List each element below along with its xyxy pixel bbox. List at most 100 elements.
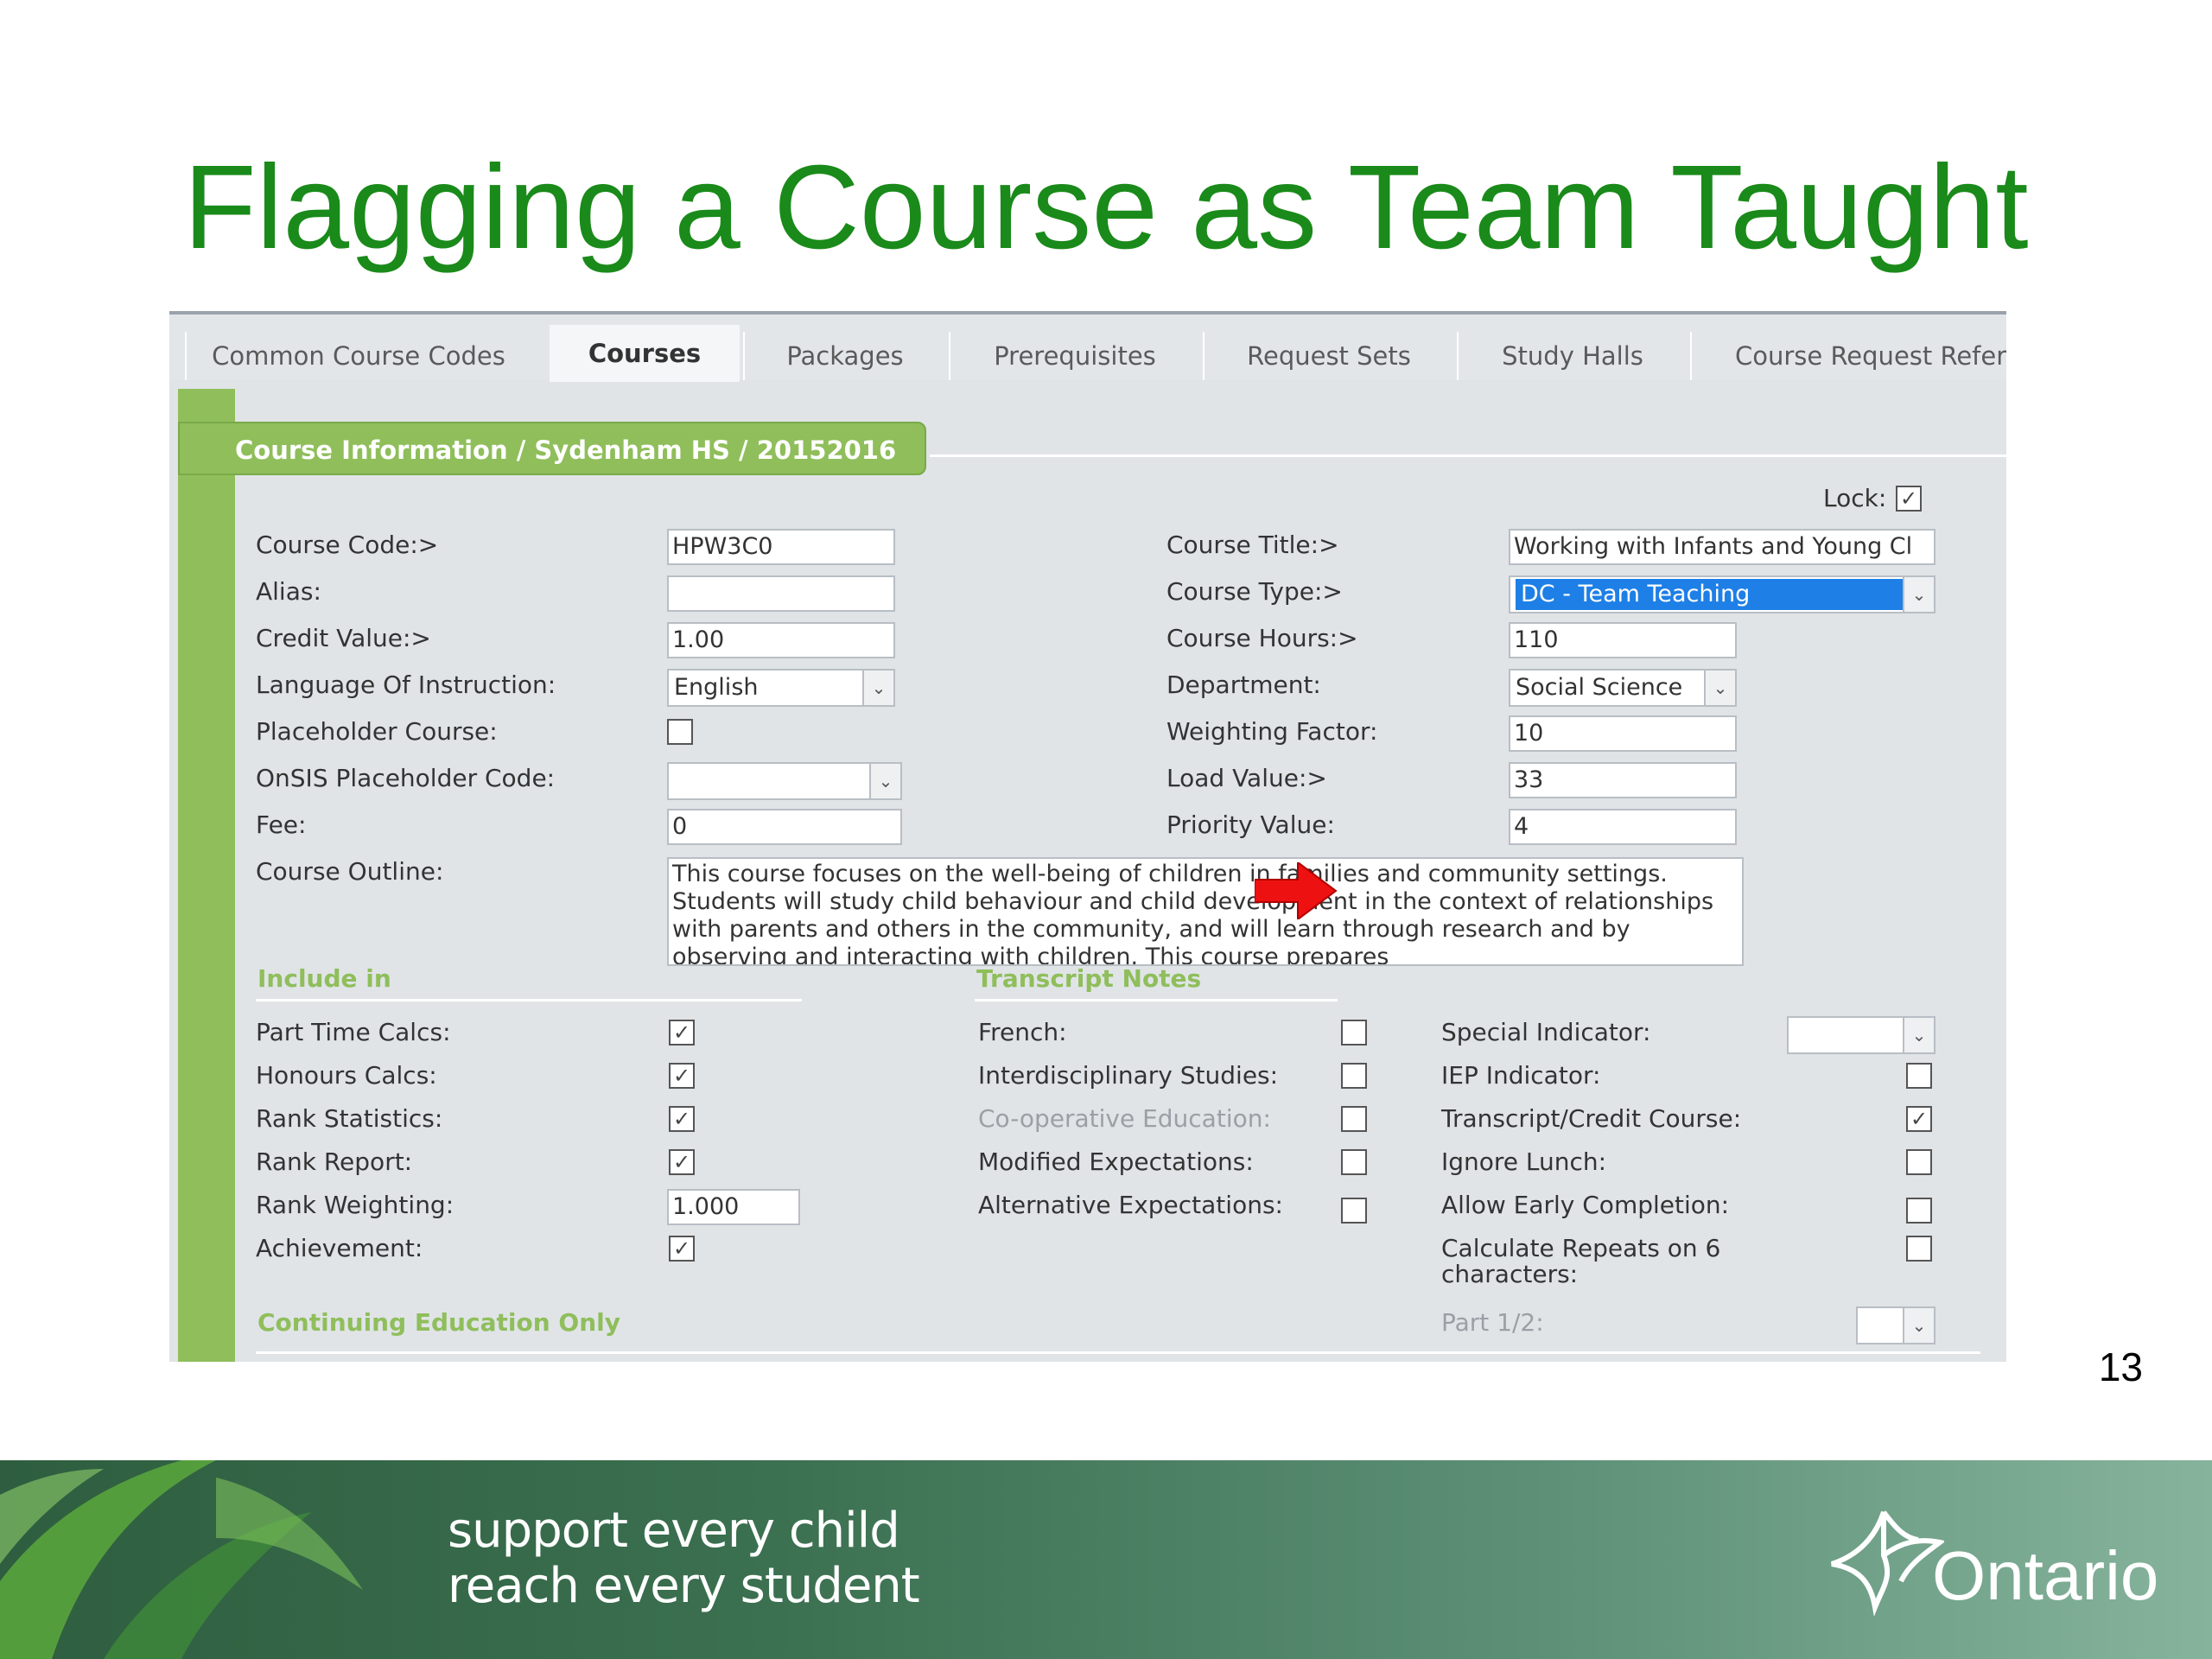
- onsis-placeholder-select[interactable]: ⌄: [667, 762, 902, 800]
- department-label: Department:: [1166, 671, 1321, 699]
- transcript-credit-checkbox[interactable]: ✓: [1906, 1106, 1932, 1132]
- rank-report-label: Rank Report:: [256, 1147, 413, 1176]
- transcript-credit-label: Transcript/Credit Course:: [1441, 1104, 1742, 1133]
- achievement-label: Achievement:: [256, 1234, 423, 1262]
- allow-early-completion-checkbox[interactable]: [1906, 1198, 1932, 1224]
- panel-corner: [178, 389, 235, 423]
- allow-early-completion-label: Allow Early Completion:: [1441, 1191, 1730, 1219]
- calculate-repeats-checkbox[interactable]: [1906, 1236, 1932, 1262]
- part-select[interactable]: ⌄: [1856, 1306, 1936, 1344]
- lock-label: Lock:: [1823, 484, 1887, 512]
- slogan-line-1: support every child: [448, 1503, 900, 1559]
- credit-value-field[interactable]: 1.00: [667, 622, 895, 658]
- modified-expectations-checkbox[interactable]: [1341, 1149, 1367, 1175]
- rank-weighting-field[interactable]: 1.000: [667, 1189, 800, 1225]
- tab-course-request-refer[interactable]: Course Request Refer: [1690, 332, 2006, 380]
- ignore-lunch-checkbox[interactable]: [1906, 1149, 1932, 1175]
- ignore-lunch-label: Ignore Lunch:: [1441, 1147, 1607, 1176]
- tab-courses[interactable]: Courses: [550, 325, 740, 382]
- course-type-select[interactable]: DC - Team Teaching ⌄: [1509, 575, 1936, 613]
- onsis-placeholder-label: OnSIS Placeholder Code:: [256, 764, 556, 792]
- course-type-value: DC - Team Teaching: [1516, 579, 1906, 610]
- tab-prerequisites[interactable]: Prerequisites: [949, 332, 1199, 380]
- trillium-logo-icon: [1831, 1510, 1944, 1616]
- alias-field[interactable]: [667, 575, 895, 612]
- calculate-repeats-label-line2: characters:: [1441, 1260, 1579, 1288]
- iep-indicator-label: IEP Indicator:: [1441, 1061, 1601, 1090]
- page-number: 13: [2098, 1344, 2143, 1389]
- rank-statistics-checkbox[interactable]: ✓: [669, 1106, 695, 1132]
- coop-education-checkbox[interactable]: [1341, 1106, 1367, 1132]
- transcript-notes-heading: Transcript Notes: [976, 964, 1202, 993]
- chevron-down-icon[interactable]: ⌄: [862, 671, 893, 705]
- rank-statistics-label: Rank Statistics:: [256, 1104, 443, 1133]
- load-value-field[interactable]: 33: [1509, 762, 1737, 798]
- slogan-line-2: reach every student: [448, 1558, 920, 1614]
- chevron-down-icon[interactable]: ⌄: [1704, 671, 1735, 705]
- iep-indicator-checkbox[interactable]: [1906, 1063, 1932, 1089]
- chevron-down-icon[interactable]: ⌄: [1903, 1018, 1934, 1052]
- interdisciplinary-label: Interdisciplinary Studies:: [978, 1061, 1279, 1090]
- continuing-education-heading: Continuing Education Only: [257, 1308, 620, 1337]
- chevron-down-icon[interactable]: ⌄: [1903, 1308, 1934, 1343]
- department-select[interactable]: Social Science ⌄: [1509, 669, 1737, 707]
- alternative-expectations-label: Alternative Expectations:: [978, 1191, 1283, 1219]
- coop-education-label: Co-operative Education:: [978, 1104, 1271, 1133]
- footer-banner: support every child reach every student …: [0, 1460, 2212, 1659]
- panel-side-bar: [178, 475, 235, 1362]
- lock-checkbox[interactable]: ✓: [1896, 486, 1922, 512]
- part-time-calcs-checkbox[interactable]: ✓: [669, 1020, 695, 1046]
- alternative-expectations-checkbox[interactable]: [1341, 1198, 1367, 1224]
- placeholder-course-checkbox[interactable]: [667, 719, 693, 745]
- course-code-label: Course Code:>: [256, 531, 439, 559]
- course-outline-label: Course Outline:: [256, 857, 444, 886]
- load-value-label: Load Value:>: [1166, 764, 1327, 792]
- course-code-field[interactable]: HPW3C0: [667, 529, 895, 565]
- course-hours-field[interactable]: 110: [1509, 622, 1737, 658]
- transcript-notes-divider: [975, 999, 1338, 1001]
- app-screenshot: Common Course Codes Courses Packages Pre…: [169, 311, 2006, 1362]
- chevron-down-icon[interactable]: ⌄: [1903, 577, 1934, 612]
- rank-weighting-label: Rank Weighting:: [256, 1191, 454, 1219]
- honours-calcs-checkbox[interactable]: ✓: [669, 1063, 695, 1089]
- placeholder-course-label: Placeholder Course:: [256, 717, 498, 746]
- honours-calcs-label: Honours Calcs:: [256, 1061, 437, 1090]
- tab-packages[interactable]: Packages: [743, 332, 945, 380]
- part-label: Part 1/2:: [1441, 1308, 1544, 1337]
- interdisciplinary-checkbox[interactable]: [1341, 1063, 1367, 1089]
- french-checkbox[interactable]: [1341, 1020, 1367, 1046]
- course-hours-label: Course Hours:>: [1166, 624, 1358, 652]
- credit-value-label: Credit Value:>: [256, 624, 431, 652]
- slide-title: Flagging a Course as Team Taught: [183, 141, 2029, 274]
- calculate-repeats-label-line1: Calculate Repeats on 6: [1441, 1234, 1721, 1262]
- chevron-down-icon[interactable]: ⌄: [869, 764, 900, 798]
- include-in-heading: Include in: [257, 964, 391, 993]
- special-indicator-label: Special Indicator:: [1441, 1018, 1651, 1046]
- ontario-wordmark: Ontario: [1932, 1537, 2159, 1614]
- language-select[interactable]: English ⌄: [667, 669, 895, 707]
- rank-report-checkbox[interactable]: ✓: [669, 1149, 695, 1175]
- continuing-divider: [256, 1351, 1980, 1354]
- section-header: Course Information / Sydenham HS / 20152…: [178, 422, 926, 475]
- red-arrow-icon: [1255, 862, 1338, 919]
- special-indicator-select[interactable]: ⌄: [1787, 1016, 1936, 1054]
- department-value: Social Science: [1516, 674, 1683, 701]
- language-value: English: [674, 674, 759, 701]
- slogan: support every child reach every student: [448, 1503, 920, 1614]
- modified-expectations-label: Modified Expectations:: [978, 1147, 1254, 1176]
- priority-value-label: Priority Value:: [1166, 810, 1335, 839]
- include-in-divider: [256, 999, 802, 1001]
- weighting-factor-field[interactable]: 10: [1509, 715, 1737, 752]
- tab-request-sets[interactable]: Request Sets: [1203, 332, 1453, 380]
- achievement-checkbox[interactable]: ✓: [669, 1236, 695, 1262]
- course-title-field[interactable]: Working with Infants and Young Cl: [1509, 529, 1936, 565]
- fee-field[interactable]: 0: [667, 809, 902, 845]
- fee-label: Fee:: [256, 810, 307, 839]
- course-outline-textarea[interactable]: This course focuses on the well-being of…: [667, 857, 1744, 966]
- alias-label: Alias:: [256, 577, 321, 606]
- leaf-swirl-icon: [0, 1460, 363, 1659]
- tab-study-halls[interactable]: Study Halls: [1457, 332, 1687, 380]
- priority-value-field[interactable]: 4: [1509, 809, 1737, 845]
- tab-common-course-codes[interactable]: Common Course Codes: [185, 332, 531, 380]
- weighting-factor-label: Weighting Factor:: [1166, 717, 1378, 746]
